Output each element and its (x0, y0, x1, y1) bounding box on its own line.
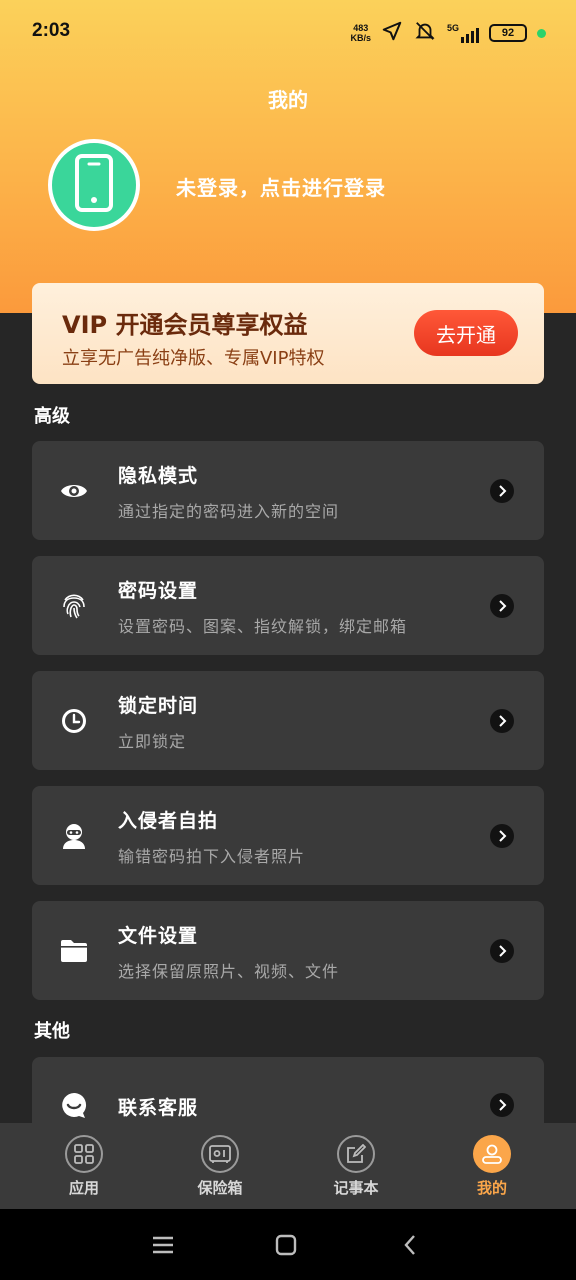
phone-icon (72, 153, 116, 217)
page-title: 我的 (268, 88, 308, 112)
chevron-right-icon (490, 709, 514, 733)
tab-label: 我的 (476, 1179, 507, 1197)
chevron-right-icon (490, 594, 514, 618)
folder-icon (60, 937, 88, 965)
item-subtitle: 设置密码、图案、指纹解锁，绑定邮箱 (118, 617, 408, 636)
location-icon (381, 20, 403, 46)
vip-title: VIP 开通会员尊享权益 (62, 311, 308, 339)
settings-item-intruder-selfie[interactable]: 入侵者自拍 输错密码拍下入侵者照片 (32, 786, 544, 885)
section-other: 其他 (34, 1021, 70, 1042)
tab-notepad[interactable]: 记事本 (316, 1135, 396, 1198)
tab-safe[interactable]: 保险箱 (180, 1135, 260, 1198)
chevron-right-icon (490, 479, 514, 503)
settings-item-password[interactable]: 密码设置 设置密码、图案、指纹解锁，绑定邮箱 (32, 556, 544, 655)
tab-label: 保险箱 (197, 1179, 243, 1197)
item-title: 隐私模式 (118, 465, 199, 487)
eye-icon (60, 477, 88, 505)
settings-item-lock-time[interactable]: 锁定时间 立即锁定 (32, 671, 544, 770)
network-speed: 483 KB/s (350, 23, 371, 43)
battery-indicator: 92 (489, 24, 527, 42)
item-title: 入侵者自拍 (118, 810, 219, 832)
chevron-right-icon (490, 824, 514, 848)
vip-open-button[interactable]: 去开通 (414, 310, 518, 356)
fingerprint-icon (60, 592, 88, 620)
tab-label: 记事本 (333, 1179, 379, 1197)
clock-icon (60, 707, 88, 735)
safe-icon (201, 1135, 239, 1173)
vip-subtitle: 立享无广告纯净版、专属VIP特权 (62, 348, 325, 369)
back-icon[interactable] (396, 1231, 424, 1259)
system-nav-bar (0, 1209, 576, 1280)
user-icon (473, 1135, 511, 1173)
vip-banner[interactable]: VIP 开通会员尊享权益 立享无广告纯净版、专属VIP特权 去开通 (32, 283, 544, 384)
bottom-tab-bar: 应用 保险箱 记事本 我的 (0, 1123, 576, 1209)
cellular-signal-icon: 5G (447, 23, 479, 43)
login-prompt[interactable]: 未登录，点击进行登录 (176, 172, 386, 201)
intruder-icon (60, 822, 88, 850)
menu-icon[interactable] (149, 1231, 177, 1259)
notepad-icon (337, 1135, 375, 1173)
settings-item-privacy-mode[interactable]: 隐私模式 通过指定的密码进入新的空间 (32, 441, 544, 540)
item-title: 联系客服 (118, 1097, 199, 1119)
item-subtitle: 选择保留原照片、视频、文件 (118, 962, 340, 981)
settings-item-contact-support[interactable]: 联系客服 (32, 1057, 544, 1123)
chat-icon (60, 1091, 88, 1119)
chevron-right-icon (490, 1093, 514, 1117)
status-bar: 2:03 483 KB/s 5G 92 (0, 0, 576, 64)
tab-label: 应用 (68, 1179, 99, 1197)
item-title: 文件设置 (118, 925, 199, 947)
avatar[interactable] (48, 139, 140, 231)
chevron-right-icon (490, 939, 514, 963)
item-subtitle: 立即锁定 (118, 732, 187, 751)
item-title: 锁定时间 (118, 695, 199, 717)
tab-apps[interactable]: 应用 (44, 1135, 124, 1198)
status-time: 2:03 (32, 20, 71, 41)
apps-grid-icon (65, 1135, 103, 1173)
tab-mine[interactable]: 我的 (452, 1135, 532, 1198)
item-title: 密码设置 (118, 580, 199, 602)
section-advanced: 高级 (34, 406, 70, 427)
mute-icon (413, 20, 437, 46)
item-subtitle: 通过指定的密码进入新的空间 (118, 502, 340, 521)
item-subtitle: 输错密码拍下入侵者照片 (118, 847, 306, 866)
settings-item-file-settings[interactable]: 文件设置 选择保留原照片、视频、文件 (32, 901, 544, 1000)
privacy-dot (537, 28, 546, 38)
home-icon[interactable] (272, 1231, 300, 1259)
